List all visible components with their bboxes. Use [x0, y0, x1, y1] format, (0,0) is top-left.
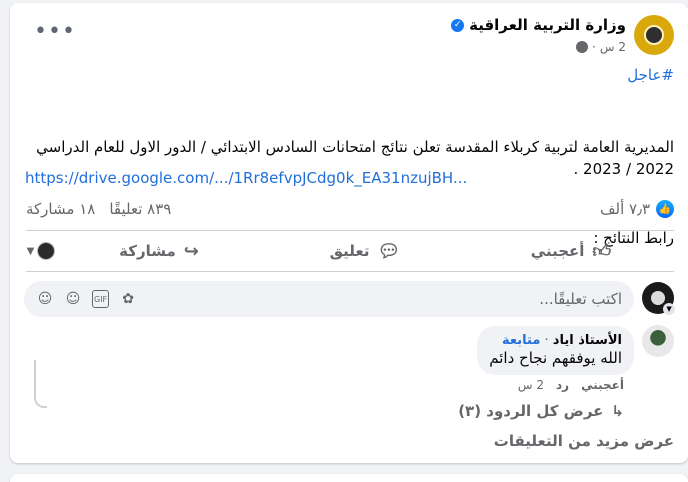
post-stats: 👍 ٧٫٣ ألف ٨٣٩ تعليقًا ١٨ مشاركة: [10, 199, 688, 223]
share-label: مشاركة: [119, 242, 176, 260]
comments-count[interactable]: ٨٣٩ تعليقًا: [109, 200, 171, 218]
comment-button[interactable]: 💬︎ تعليق: [262, 234, 468, 268]
gif-icon[interactable]: GIF: [92, 290, 110, 308]
comment-label: تعليق: [329, 242, 370, 260]
page-avatar[interactable]: [634, 15, 674, 55]
comment-placeholder: اكتب تعليقًا...: [539, 290, 622, 308]
comment-like-button[interactable]: أعجبني: [581, 378, 624, 392]
reactions-value: ٧٫٣ ألف: [599, 200, 650, 218]
comment-time[interactable]: 2 س: [518, 378, 544, 392]
post-card: وزارة التربية العراقية ✓ 2 س · ••• #عاجل…: [10, 3, 688, 463]
results-link[interactable]: https://drive.google.com/.../1Rr8efvpJCd…: [25, 169, 467, 187]
reply-arrow-icon: ↳: [611, 402, 624, 420]
reactions-count[interactable]: 👍 ٧٫٣ ألف: [600, 200, 674, 218]
avatar[interactable]: [642, 325, 674, 357]
view-replies-button[interactable]: ↳ عرض كل الردود (٣): [458, 402, 624, 420]
verified-icon: ✓: [451, 18, 465, 32]
comment-composer: ▼ اكتب تعليقًا... ☺ ☺ GIF ✿: [10, 280, 688, 318]
avatar: [37, 242, 56, 260]
avatar-sticker-icon[interactable]: ☺: [36, 290, 54, 308]
post-time[interactable]: 2 س: [600, 40, 626, 54]
more-options-icon[interactable]: •••: [34, 21, 76, 43]
hashtag-link[interactable]: #عاجل: [627, 66, 674, 84]
shares-count[interactable]: ١٨ مشاركة: [26, 200, 95, 218]
comment-reply-button[interactable]: رد: [556, 378, 569, 392]
chevron-down-icon: ▼: [26, 245, 35, 257]
like-label: أعجبني: [530, 242, 585, 260]
like-button[interactable]: 👍︎ أعجبني: [468, 234, 674, 268]
view-replies-label: عرض كل الردود (٣): [458, 402, 604, 420]
engagement-counts: ٨٣٩ تعليقًا ١٨ مشاركة: [26, 200, 171, 218]
follow-button[interactable]: متابعة: [502, 333, 540, 348]
comment-header: الأستاذ اياد · متابعة: [502, 333, 622, 348]
comment-author[interactable]: الأستاذ اياد: [553, 333, 622, 348]
action-bar: 👍︎ أعجبني 💬︎ تعليق ↪ مشاركة ▼: [26, 234, 674, 268]
composer-tools: ☺ ☺ GIF ✿: [36, 290, 137, 308]
divider: [26, 271, 674, 272]
divider: [26, 230, 674, 231]
share-button[interactable]: ↪ مشاركة: [56, 234, 262, 268]
thread-line: [34, 360, 47, 408]
comment-bubble: الأستاذ اياد · متابعة الله يوفقهم نجاح د…: [477, 326, 634, 375]
like-icon: 👍︎: [592, 241, 612, 262]
comment-input[interactable]: اكتب تعليقًا... ☺ ☺ GIF ✿: [24, 281, 634, 317]
emoji-icon[interactable]: ☺: [64, 290, 82, 308]
page-name-label[interactable]: وزارة التربية العراقية: [469, 16, 626, 34]
next-post-card: [10, 474, 688, 482]
like-reaction-icon: 👍: [656, 200, 674, 218]
comment-text: الله يوفقهم نجاح دائم: [489, 349, 622, 367]
share-icon: ↪: [183, 240, 199, 262]
globe-icon: [576, 41, 589, 53]
sticker-icon[interactable]: ✿: [119, 290, 137, 308]
post-meta: 2 س ·: [576, 40, 626, 54]
page-name[interactable]: وزارة التربية العراقية ✓: [451, 16, 626, 34]
chevron-down-icon[interactable]: ▼: [663, 303, 675, 315]
view-more-comments-button[interactable]: عرض مزيد من التعليقات: [494, 432, 674, 450]
comment-actions: أعجبني رد 2 س: [518, 378, 624, 392]
comment-icon: 💬︎: [377, 240, 401, 262]
share-as-selector[interactable]: ▼: [26, 242, 56, 260]
